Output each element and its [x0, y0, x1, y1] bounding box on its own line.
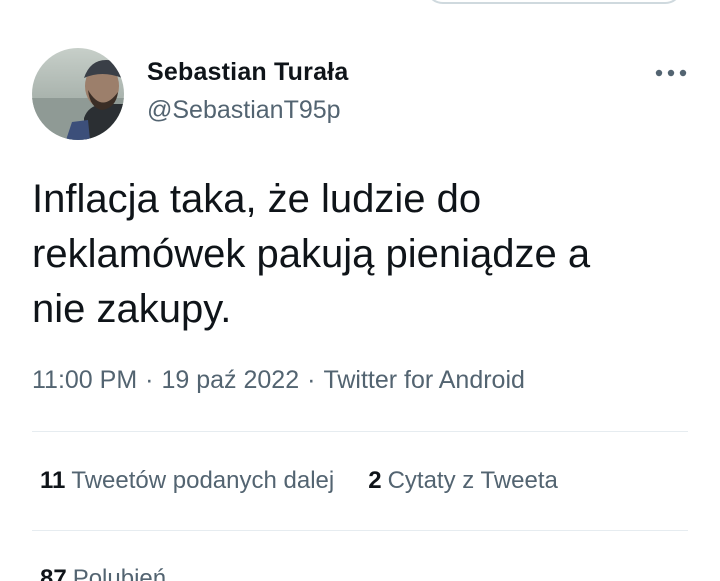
meta-separator: · — [307, 366, 316, 394]
likes-label: Polubień — [72, 565, 167, 581]
author-handle[interactable]: @SebastianT95p — [147, 96, 341, 125]
tweet-text-line: nie zakupy. — [32, 287, 232, 331]
author-display-name[interactable]: Sebastian Turała — [147, 58, 348, 87]
tweet-text: Inflacja taka, że ludzie do reklamówek p… — [32, 172, 682, 337]
likes-count: 87 — [40, 565, 67, 581]
engagement-stats: 11 Tweetów podanych dalej 2 Cytaty z Tweeta — [40, 467, 558, 495]
retweets-stat[interactable]: 11 Tweetów podanych dalej — [40, 467, 334, 495]
top-button-outline[interactable] — [425, 0, 683, 4]
retweets-label: Tweetów podanych dalej — [71, 467, 335, 494]
meta-separator: · — [145, 366, 154, 394]
divider — [32, 530, 688, 531]
tweet-date[interactable]: 19 paź 2022 — [161, 366, 299, 394]
tweet-text-line: Inflacja taka, że ludzie do — [32, 177, 482, 221]
more-options-icon[interactable] — [654, 62, 688, 84]
tweet-time[interactable]: 11:00 PM — [32, 366, 137, 394]
divider — [32, 431, 688, 432]
tweet-source[interactable]: Twitter for Android — [323, 366, 524, 394]
retweets-count: 11 — [40, 467, 66, 494]
quotes-count: 2 — [368, 467, 382, 494]
tweet-metadata: 11:00 PM · 19 paź 2022 · Twitter for Android — [32, 366, 525, 395]
tweet-detail-page: Sebastian Turała @SebastianT95p Inflacja… — [0, 0, 720, 581]
tweet-text-line: reklamówek pakują pieniądze a — [32, 232, 591, 276]
likes-stat[interactable]: 87 Polubień — [40, 565, 166, 581]
avatar[interactable] — [32, 48, 124, 140]
quotes-stat[interactable]: 2 Cytaty z Tweeta — [368, 467, 558, 495]
quotes-label: Cytaty z Tweeta — [387, 467, 558, 494]
profile-photo-icon — [32, 48, 124, 140]
